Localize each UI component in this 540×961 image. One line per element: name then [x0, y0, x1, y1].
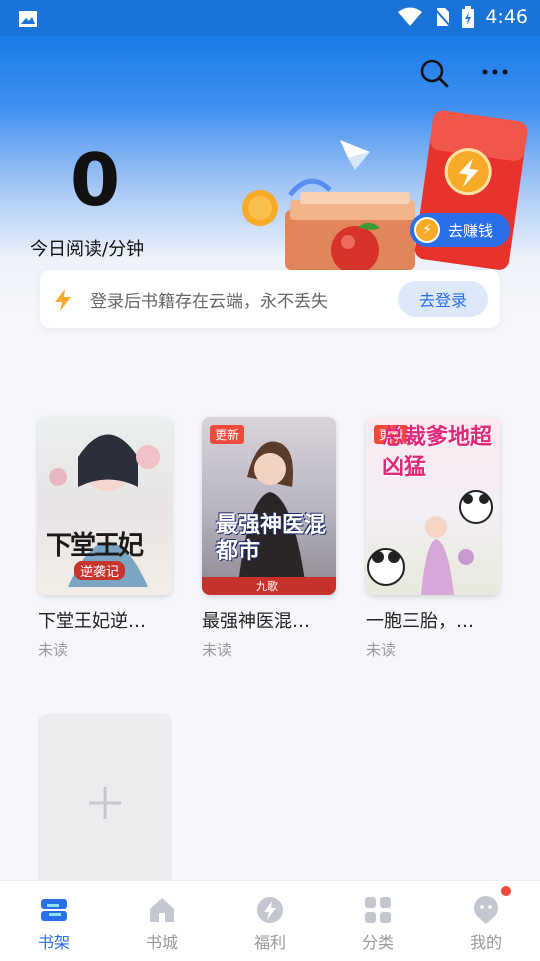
- update-badge: 更新: [210, 425, 245, 444]
- login-prompt-text: 登录后书籍存在云端，永不丢失: [90, 292, 328, 312]
- reading-minutes: 0: [70, 138, 121, 222]
- book-cover[interactable]: 更新 总裁爹地超凶猛: [366, 417, 500, 595]
- cover-author: 九歌: [256, 580, 278, 593]
- battery-icon: [462, 6, 475, 28]
- cover-title: 总裁爹地超凶猛: [382, 425, 493, 480]
- image-notification-icon: [19, 11, 37, 27]
- no-sim-icon: [433, 7, 452, 27]
- book-title: 一胞三胎，…: [366, 611, 474, 632]
- book-item[interactable]: 更新 最强神医混都市 九歌 最强神医混… 未读: [202, 417, 336, 660]
- search-icon[interactable]: [419, 58, 449, 88]
- lightning-icon: [55, 289, 71, 311]
- book-status: 未读: [366, 641, 397, 659]
- profile-icon: [474, 896, 498, 924]
- reading-minutes-label: 今日阅读/分钟: [30, 239, 145, 260]
- tab-label: 福利: [253, 933, 286, 952]
- add-book-button[interactable]: [38, 714, 172, 892]
- clock: 4:46: [485, 6, 528, 28]
- login-prompt-card: 登录后书籍存在云端，永不丢失 去登录: [40, 270, 500, 328]
- bolt-icon: [257, 897, 283, 923]
- tab-label: 我的: [469, 933, 502, 952]
- status-bar: 4:46: [0, 0, 540, 36]
- book-status: 未读: [202, 641, 233, 659]
- login-button[interactable]: 去登录: [398, 281, 488, 317]
- home-icon: [150, 898, 174, 922]
- tab-mine[interactable]: 我的: [432, 881, 540, 961]
- book-cover[interactable]: 更新 最强神医混都市 九歌: [202, 417, 336, 595]
- more-icon[interactable]: [480, 64, 510, 80]
- bottom-tab-bar: 书架 书城 福利 分类 我的: [0, 880, 540, 961]
- tab-bookstore[interactable]: 书城: [108, 881, 216, 961]
- cover-subtitle: 逆袭记: [74, 561, 126, 580]
- wifi-icon: [398, 7, 423, 26]
- tab-bookshelf[interactable]: 书架: [0, 881, 108, 961]
- book-item[interactable]: 更新 总裁爹地超凶猛 一胞三胎，… 未读: [366, 417, 500, 660]
- tab-label: 书城: [145, 933, 178, 952]
- tab-label: 分类: [361, 933, 394, 952]
- coin-icon: ⚡: [414, 217, 440, 243]
- reward-illustration[interactable]: [230, 100, 530, 280]
- cover-title: 下堂王妃: [46, 531, 144, 561]
- earn-money-button[interactable]: ⚡ 去赚钱: [410, 213, 510, 247]
- book-status: 未读: [38, 641, 69, 659]
- bookshelf-icon: [41, 899, 67, 921]
- plus-icon: [89, 787, 121, 819]
- earn-money-label: 去赚钱: [448, 221, 494, 240]
- book-title: 下堂王妃逆…: [38, 611, 146, 632]
- book-title: 最强神医混…: [202, 611, 310, 632]
- tab-welfare[interactable]: 福利: [216, 881, 324, 961]
- book-item[interactable]: 下堂王妃 逆袭记 下堂王妃逆… 未读: [38, 417, 172, 660]
- grid-icon: [365, 897, 391, 923]
- tab-category[interactable]: 分类: [324, 881, 432, 961]
- cover-title: 最强神医混都市: [216, 513, 327, 564]
- tab-label: 书架: [37, 933, 70, 952]
- notification-dot: [501, 886, 511, 896]
- book-cover[interactable]: 下堂王妃 逆袭记: [38, 417, 172, 595]
